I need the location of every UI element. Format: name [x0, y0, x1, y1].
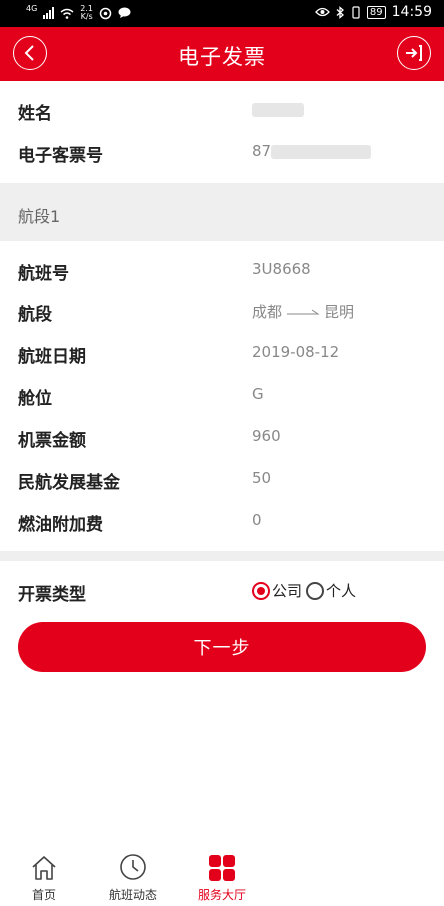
- flight-number-row: 航班号 3U8668: [0, 249, 444, 291]
- bottom-tab-bar: 首页 航班动态 服务大厅: [0, 850, 444, 906]
- message-icon: [118, 7, 131, 18]
- status-bar: 4G 2.1 K/s 89 14:59: [0, 0, 444, 27]
- cabin-label: 舱位: [18, 389, 52, 409]
- radio-unchecked-icon[interactable]: [306, 581, 325, 600]
- exit-button[interactable]: [397, 36, 431, 70]
- network-speed: 2.1 K/s: [80, 5, 93, 21]
- speed-unit: K/s: [80, 12, 93, 21]
- tab-flight-status[interactable]: 航班动态: [93, 850, 173, 903]
- bluetooth-icon: [336, 5, 344, 19]
- app-notification-icon: [99, 7, 112, 19]
- fare-label: 机票金额: [18, 431, 86, 451]
- fuel-surcharge-row: 燃油附加费 0: [0, 500, 444, 542]
- ticket-label: 电子客票号: [18, 146, 103, 166]
- fuel-surcharge-value: 0: [252, 511, 262, 529]
- development-fund-label: 民航发展基金: [18, 473, 120, 493]
- radio-checked-icon[interactable]: [252, 581, 270, 600]
- invoice-type-radio-group: 公司 个人: [252, 580, 360, 601]
- cabin-row: 舱位 G: [0, 374, 444, 416]
- grid-icon: [209, 855, 235, 881]
- tab-service-hall-label: 服务大厅: [197, 888, 246, 902]
- name-label: 姓名: [18, 104, 52, 124]
- fare-row: 机票金额 960: [0, 416, 444, 458]
- wifi-icon: [60, 8, 74, 19]
- flight-date-row: 航班日期 2019-08-12: [0, 332, 444, 374]
- signal-icon: [43, 7, 55, 19]
- exit-icon: [406, 45, 422, 61]
- flight-number-label: 航班号: [18, 264, 69, 284]
- page-title: 电子发票: [178, 45, 266, 69]
- flight-number-value: 3U8668: [252, 260, 311, 278]
- route-label: 航段: [18, 305, 52, 325]
- ticket-number: 87: [252, 142, 272, 160]
- development-fund-row: 民航发展基金 50: [0, 458, 444, 500]
- eye-icon: [315, 7, 330, 17]
- invoice-type-row: 开票类型: [0, 570, 444, 612]
- segment-header: 航段1: [0, 183, 444, 241]
- segment-title: 航段1: [18, 207, 61, 226]
- invoice-type-personal-label: 个人: [326, 582, 357, 600]
- network-type: 4G: [26, 4, 38, 13]
- tab-home[interactable]: 首页: [4, 850, 84, 903]
- name-value: [252, 100, 304, 118]
- route-from: 成都: [252, 303, 283, 321]
- home-icon: [32, 856, 56, 880]
- route-to: 昆明: [324, 303, 355, 321]
- divider: [0, 551, 444, 561]
- route-value: 成都 昆明: [252, 301, 354, 322]
- flight-date-value: 2019-08-12: [252, 343, 340, 361]
- redacted-name: [252, 102, 304, 117]
- vibrate-icon: [352, 5, 360, 19]
- development-fund-value: 50: [252, 469, 272, 487]
- clock-icon: [120, 854, 146, 880]
- redacted-ticket: [271, 144, 372, 159]
- tab-home-label: 首页: [31, 888, 56, 902]
- fare-value: 960: [252, 427, 281, 445]
- status-right: 89 14:59: [315, 4, 432, 20]
- app-header: 电子发票: [0, 27, 444, 81]
- ticket-row: 电子客票号 87: [0, 131, 444, 173]
- invoice-type-label: 开票类型: [18, 585, 86, 605]
- flight-date-label: 航班日期: [18, 347, 86, 367]
- ticket-value: 87: [252, 142, 372, 160]
- tab-flight-status-label: 航班动态: [108, 888, 157, 902]
- fuel-surcharge-label: 燃油附加费: [18, 515, 103, 535]
- clock-time: 14:59: [391, 4, 432, 20]
- next-step-button[interactable]: 下一步: [18, 622, 426, 672]
- tab-service-hall[interactable]: 服务大厅: [182, 850, 262, 903]
- name-row: 姓名: [0, 89, 444, 131]
- battery-icon: 89: [366, 5, 386, 19]
- cabin-value: G: [252, 385, 264, 403]
- invoice-type-personal[interactable]: 个人: [306, 580, 356, 601]
- invoice-type-company-label: 公司: [272, 582, 303, 600]
- arrow-right-icon: [287, 309, 320, 314]
- route-row: 航段 成都 昆明: [0, 290, 444, 332]
- invoice-type-company[interactable]: 公司: [252, 580, 302, 601]
- status-left: 4G 2.1 K/s: [26, 5, 131, 21]
